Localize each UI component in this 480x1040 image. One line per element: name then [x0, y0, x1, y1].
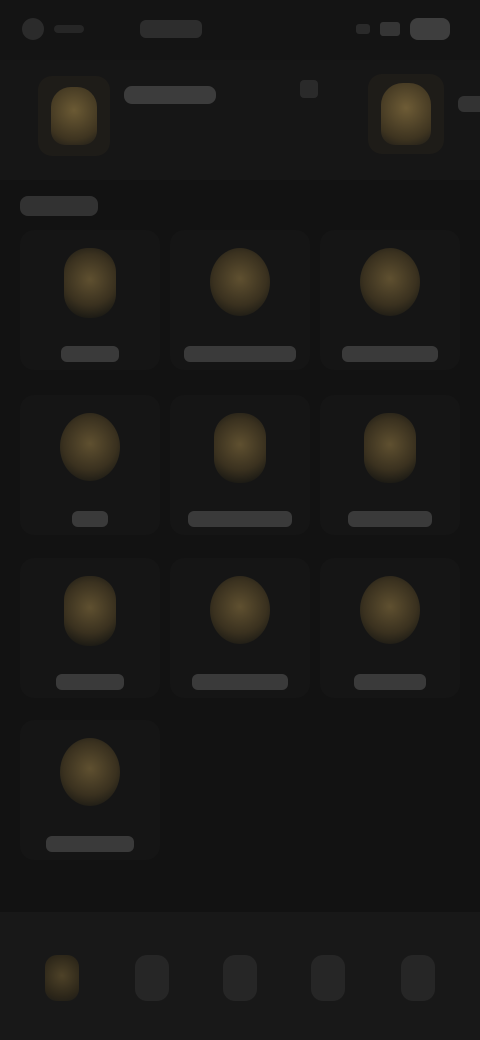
search-icon — [223, 955, 257, 1001]
grid-tile[interactable] — [170, 395, 310, 535]
featured-card[interactable] — [368, 74, 444, 154]
account-name — [124, 86, 216, 104]
grid-tile[interactable] — [320, 230, 460, 370]
profile-icon — [401, 955, 435, 1001]
grid-tile[interactable] — [20, 720, 160, 860]
tile-label — [56, 674, 124, 690]
cup-icon — [64, 576, 116, 646]
home-icon — [45, 955, 79, 1001]
grid-tile[interactable] — [20, 395, 160, 535]
tile-label — [354, 674, 426, 690]
battery-icon — [410, 18, 450, 40]
app-screen — [0, 0, 480, 1040]
tile-label — [192, 674, 288, 690]
status-right-icons — [356, 18, 450, 40]
signal-icon — [356, 24, 370, 34]
bottle-icon — [214, 413, 266, 483]
status-time — [54, 25, 84, 33]
chevron-down-icon[interactable] — [300, 80, 318, 98]
nav-item-search[interactable] — [208, 938, 272, 1018]
nav-item-grid[interactable] — [120, 938, 184, 1018]
account-header — [0, 60, 480, 180]
grid-tile[interactable] — [20, 230, 160, 370]
avatar-icon — [51, 87, 97, 145]
badge-icon — [364, 413, 416, 483]
featured-card-label — [458, 96, 480, 112]
section-title — [20, 196, 98, 216]
status-indicator-icon — [22, 18, 44, 40]
tile-label — [46, 836, 134, 852]
chat-icon — [311, 955, 345, 1001]
tile-label — [188, 511, 292, 527]
shield-icon — [60, 413, 120, 481]
nav-item-chat[interactable] — [296, 938, 360, 1018]
badge-icon — [360, 576, 420, 644]
wifi-icon — [380, 22, 400, 36]
status-carrier — [140, 20, 202, 38]
nav-item-home[interactable] — [30, 938, 94, 1018]
tile-label — [61, 346, 119, 362]
featured-card-icon — [381, 83, 431, 145]
grid-tile[interactable] — [170, 558, 310, 698]
badge-icon — [210, 576, 270, 644]
bottle-icon — [64, 248, 116, 318]
status-left — [22, 18, 102, 40]
tile-label — [348, 511, 432, 527]
bottom-navigation — [0, 912, 480, 1040]
badge-icon — [60, 738, 120, 806]
tile-label — [72, 511, 108, 527]
grid-tile[interactable] — [320, 558, 460, 698]
avatar[interactable] — [38, 76, 110, 156]
tile-label — [342, 346, 438, 362]
account-name-block[interactable] — [124, 86, 324, 146]
grid-icon — [135, 955, 169, 1001]
badge-icon — [210, 248, 270, 316]
tile-label — [184, 346, 296, 362]
grid-tile[interactable] — [170, 230, 310, 370]
status-bar — [0, 0, 480, 60]
badge-icon — [360, 248, 420, 316]
grid-tile[interactable] — [320, 395, 460, 535]
grid-tile[interactable] — [20, 558, 160, 698]
nav-item-profile[interactable] — [386, 938, 450, 1018]
